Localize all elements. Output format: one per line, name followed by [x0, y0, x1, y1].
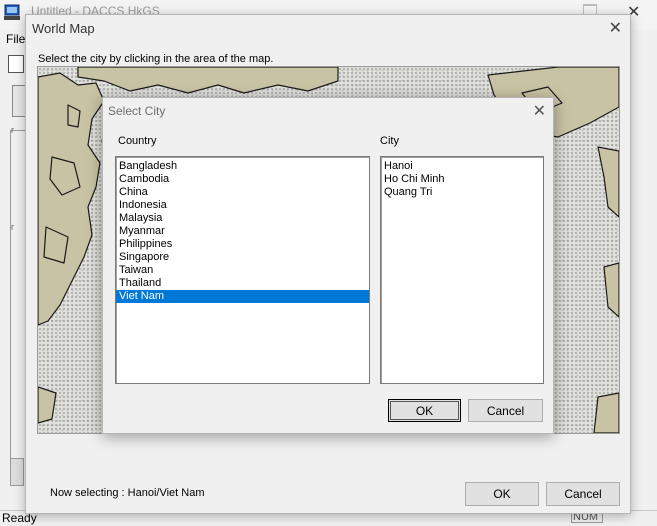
side-group-mark: r: [11, 222, 14, 232]
ok-button[interactable]: OK: [388, 399, 461, 422]
country-list-item[interactable]: Singapore: [116, 251, 369, 264]
right-panel: [630, 50, 657, 510]
ok-button[interactable]: OK: [465, 482, 539, 506]
country-list[interactable]: Bangladesh Cambodia China Indonesia Malaysia…: [115, 156, 370, 384]
country-list-item[interactable]: Bangladesh: [116, 160, 369, 173]
menu-file[interactable]: File: [6, 32, 25, 46]
country-list-item[interactable]: Philippines: [116, 238, 369, 251]
country-list-item[interactable]: Viet Nam: [116, 290, 369, 303]
close-icon[interactable]: ✕: [609, 18, 622, 38]
country-list-item[interactable]: Malaysia: [116, 212, 369, 225]
new-document-icon[interactable]: [8, 55, 24, 73]
dialog-title: Select City: [108, 104, 166, 118]
map-instruction: Select the city by clicking in the area …: [38, 53, 274, 65]
country-list-item[interactable]: Myanmar: [116, 225, 369, 238]
selection-status: Now selecting : Hanoi/Viet Nam: [50, 487, 205, 499]
cancel-button[interactable]: Cancel: [546, 482, 620, 506]
city-list-item[interactable]: Hanoi: [381, 160, 543, 173]
country-list-item[interactable]: Cambodia: [116, 173, 369, 186]
country-list-item[interactable]: Indonesia: [116, 199, 369, 212]
city-list-item[interactable]: Ho Chi Minh: [381, 173, 543, 186]
country-list-item[interactable]: Thailand: [116, 277, 369, 290]
country-list-item[interactable]: China: [116, 186, 369, 199]
country-label: Country: [118, 135, 157, 147]
side-scroll-control[interactable]: [10, 458, 24, 486]
city-list[interactable]: Hanoi Ho Chi Minh Quang Tri: [380, 156, 544, 384]
dialog-title: World Map: [32, 21, 95, 36]
app-icon: [4, 4, 20, 22]
side-group-mark: r: [11, 125, 14, 135]
select-city-dialog: Select City ✕ Country City Bangladesh Cam…: [102, 97, 554, 434]
city-label: City: [380, 135, 399, 147]
country-list-item[interactable]: Taiwan: [116, 264, 369, 277]
close-icon[interactable]: ✕: [533, 101, 546, 121]
cancel-button[interactable]: Cancel: [468, 399, 543, 422]
city-list-item[interactable]: Quang Tri: [381, 186, 543, 199]
